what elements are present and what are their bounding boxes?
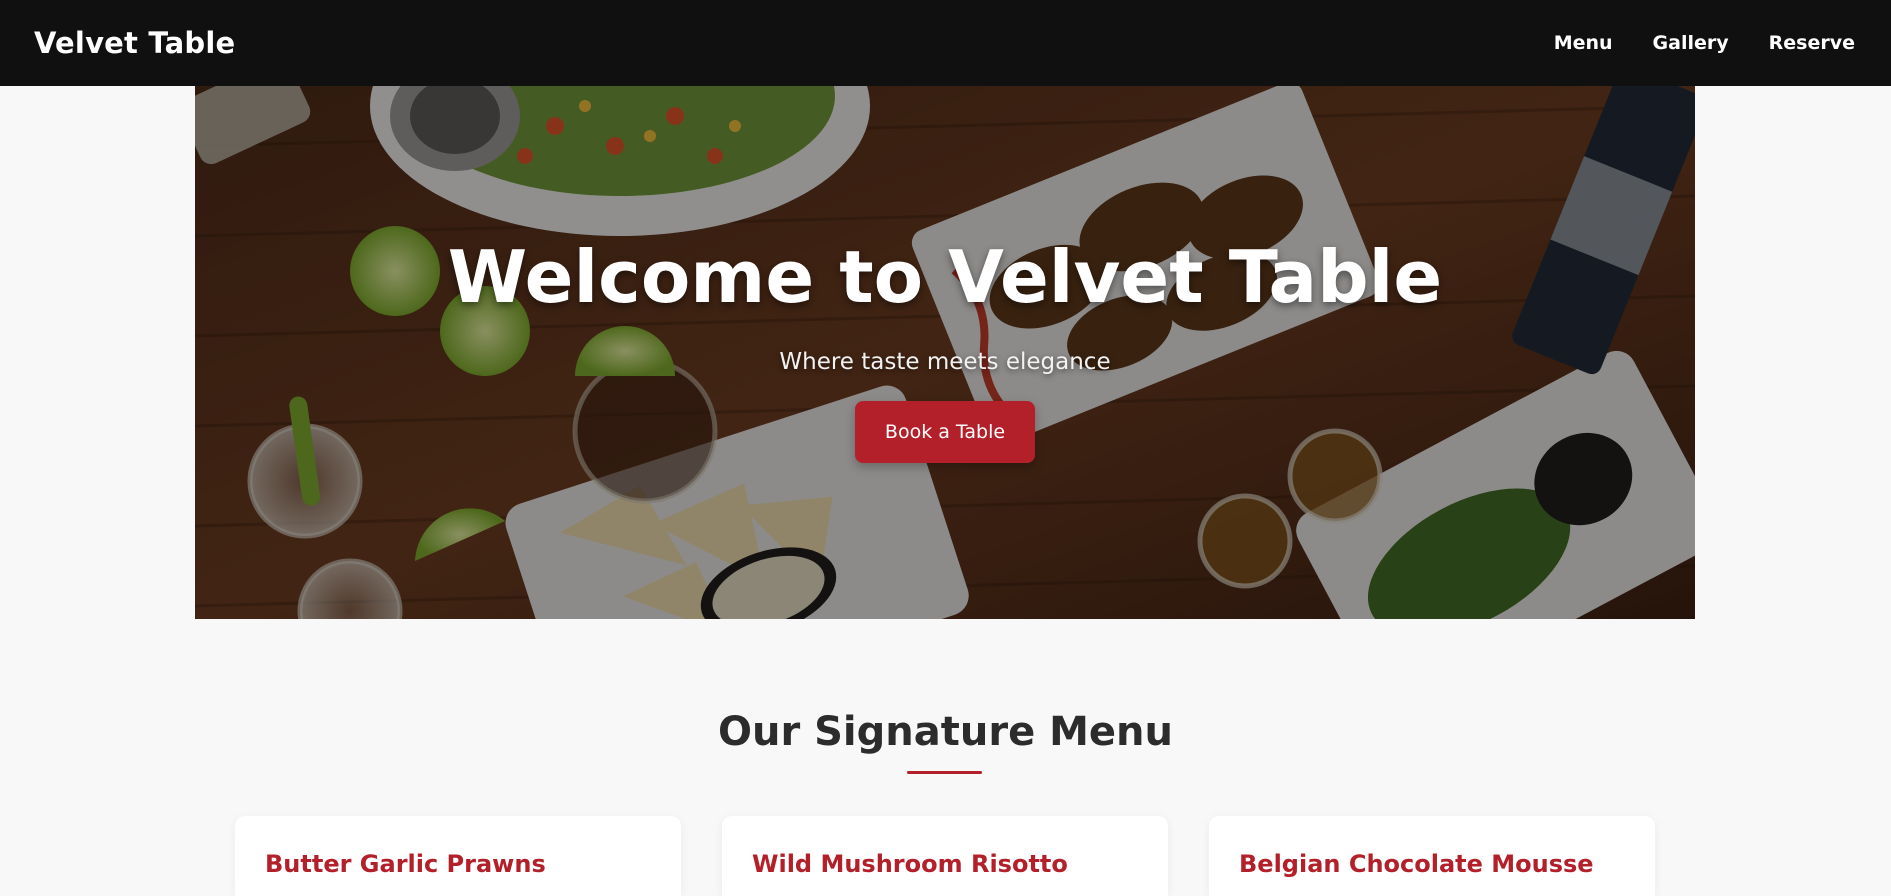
book-table-button[interactable]: Book a Table: [854, 401, 1036, 464]
nav-link-reserve[interactable]: Reserve: [1769, 32, 1855, 54]
menu-card-title: Belgian Chocolate Mousse: [1239, 850, 1594, 878]
section-title: Our Signature Menu: [717, 709, 1174, 755]
main-nav: Menu Gallery Reserve: [1554, 32, 1855, 54]
menu-card[interactable]: Wild Mushroom Risotto: [722, 816, 1168, 896]
menu-card-title: Wild Mushroom Risotto: [752, 850, 1068, 878]
hero-title: Welcome to Velvet Table: [447, 235, 1443, 319]
section-divider: [907, 771, 982, 774]
menu-card-title: Butter Garlic Prawns: [265, 850, 546, 878]
brand-logo[interactable]: Velvet Table: [34, 26, 235, 60]
hero-content: Welcome to Velvet Table Where taste meet…: [195, 235, 1695, 464]
nav-link-menu[interactable]: Menu: [1554, 32, 1613, 54]
hero-banner: Welcome to Velvet Table Where taste meet…: [195, 86, 1695, 619]
hero-subtitle: Where taste meets elegance: [779, 349, 1111, 376]
menu-card[interactable]: Belgian Chocolate Mousse: [1209, 816, 1655, 896]
nav-link-gallery[interactable]: Gallery: [1653, 32, 1729, 54]
top-navbar: Velvet Table Menu Gallery Reserve: [0, 0, 1891, 86]
signature-menu-section: Our Signature Menu Butter Garlic Prawns …: [0, 619, 1891, 896]
menu-card[interactable]: Butter Garlic Prawns: [235, 816, 681, 896]
menu-cards: Butter Garlic Prawns Wild Mushroom Risot…: [235, 816, 1655, 896]
